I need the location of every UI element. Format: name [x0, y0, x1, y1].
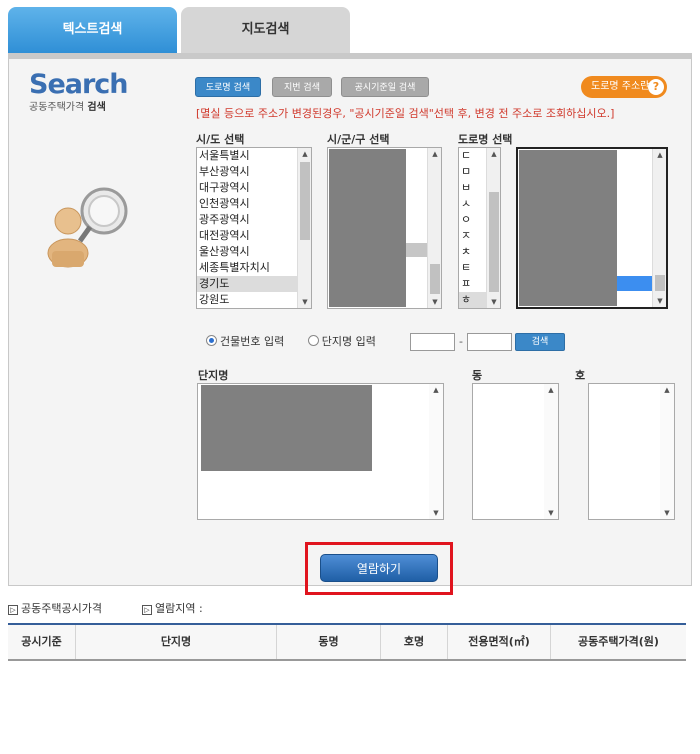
complex-label: 단지명 [198, 369, 229, 382]
scroll-up-icon[interactable]: ▲ [653, 149, 666, 161]
help-button-label: 도로명 주소란 [591, 81, 650, 92]
person-magnifier-icon [47, 187, 128, 268]
search-logo: Search 공동주택가격 검색 [29, 69, 129, 113]
arrow-box-icon: ▷ [8, 605, 18, 615]
building-number-label: 건물번호 입력 [220, 335, 285, 348]
scroll-down-icon[interactable]: ▼ [429, 507, 443, 519]
sido-list-item[interactable]: 울산광역시 [197, 244, 311, 260]
tab-text-search[interactable]: 텍스트검색 [8, 7, 177, 53]
sigungu-listbox[interactable]: ▲ ▼ [327, 147, 442, 309]
scroll-thumb[interactable] [655, 275, 665, 291]
scroll-down-icon[interactable]: ▼ [428, 296, 441, 308]
dong-listbox[interactable]: ▲ ▼ [472, 383, 559, 520]
complex-scrollbar[interactable]: ▲ ▼ [429, 384, 443, 519]
tab-map-search[interactable]: 지도검색 [181, 7, 350, 53]
scroll-up-icon[interactable]: ▲ [660, 384, 674, 396]
road-search-button[interactable]: 도로명 검색 [195, 77, 261, 97]
question-icon: ? [648, 79, 664, 95]
dong-label: 동 [472, 369, 483, 382]
info-region: ▷ 열람지역 : [142, 600, 203, 616]
scroll-up-icon[interactable]: ▲ [428, 148, 441, 160]
scroll-down-icon[interactable]: ▼ [487, 296, 500, 308]
scroll-thumb[interactable] [300, 162, 310, 240]
building-number-sub-input[interactable] [467, 333, 512, 351]
sido-list-item[interactable]: 대구광역시 [197, 180, 311, 196]
jibun-search-button[interactable]: 지번 검색 [272, 77, 332, 97]
complex-name-radio[interactable] [307, 335, 319, 346]
sido-list-item[interactable]: 광주광역시 [197, 212, 311, 228]
sido-listbox[interactable]: 서울특별시 부산광역시 대구광역시 인천광역시 광주광역시 대전광역시 울산광역시 세종특별자… [196, 147, 312, 309]
scroll-down-icon[interactable]: ▼ [653, 295, 666, 307]
sido-list-item[interactable]: 경기도 [197, 276, 311, 292]
ho-label: 호 [575, 369, 586, 382]
scroll-down-icon[interactable]: ▼ [298, 296, 311, 308]
scroll-thumb[interactable] [489, 192, 499, 292]
sido-list-item[interactable]: 부산광역시 [197, 164, 311, 180]
dong-scrollbar[interactable]: ▲ ▼ [544, 384, 558, 519]
input-type-radios: 건물번호 입력 단지명 입력 [206, 333, 396, 349]
arrow-box-icon: ▷ [142, 605, 152, 615]
selected-row [406, 243, 427, 257]
ho-listbox[interactable]: ▲ ▼ [588, 383, 675, 520]
sido-list-item[interactable]: 강원도 [197, 292, 311, 308]
sido-scrollbar[interactable]: ▲ ▼ [297, 148, 311, 308]
redacted-block [519, 150, 617, 306]
road-label: 도로명 선택 [458, 133, 513, 146]
dash-separator: - [459, 335, 463, 348]
sido-list-item[interactable]: 서울특별시 [197, 148, 311, 164]
column-header: 동명 [277, 625, 381, 659]
scroll-thumb[interactable] [430, 264, 440, 294]
scroll-up-icon[interactable]: ▲ [487, 148, 500, 160]
search-button[interactable]: 검색 [515, 333, 565, 351]
scroll-up-icon[interactable]: ▲ [544, 384, 558, 396]
sigungu-label: 시/군/구 선택 [327, 133, 390, 146]
road-address-help-button[interactable]: 도로명 주소란 ? [581, 76, 667, 98]
ho-scrollbar[interactable]: ▲ ▼ [660, 384, 674, 519]
sido-label: 시/도 선택 [196, 133, 245, 146]
scroll-up-icon[interactable]: ▲ [429, 384, 443, 396]
sigungu-scrollbar[interactable]: ▲ ▼ [427, 148, 441, 308]
column-header: 공시기준 [8, 625, 76, 659]
road-name-scrollbar[interactable]: ▲ ▼ [652, 149, 666, 307]
sido-list-item[interactable]: 세종특별자치시 [197, 260, 311, 276]
road-initial-scrollbar[interactable]: ▲ ▼ [486, 148, 500, 308]
open-button[interactable]: 열람하기 [320, 554, 438, 582]
date-search-button[interactable]: 공시기준일 검색 [341, 77, 429, 97]
column-header: 전용면적(㎡) [448, 625, 551, 659]
column-header: 호명 [381, 625, 448, 659]
sido-list-item[interactable]: 대전광역시 [197, 228, 311, 244]
result-table-header: 공시기준 단지명 동명 호명 전용면적(㎡) 공동주택가격(원) [8, 623, 686, 661]
road-name-listbox[interactable]: ▲ ▼ [516, 147, 668, 309]
logo-word: Search [29, 69, 129, 100]
logo-subtitle: 공동주택가격 검색 [29, 102, 106, 113]
open-button-highlight: 열람하기 [305, 542, 453, 595]
complex-listbox[interactable]: ▲ ▼ [197, 383, 444, 520]
redacted-block [329, 149, 406, 307]
scroll-up-icon[interactable]: ▲ [298, 148, 311, 160]
scroll-down-icon[interactable]: ▼ [544, 507, 558, 519]
sido-items: 서울특별시 부산광역시 대구광역시 인천광역시 광주광역시 대전광역시 울산광역시 세종특별자… [197, 148, 311, 308]
column-header: 단지명 [76, 625, 277, 659]
selected-row [617, 276, 653, 291]
redacted-block [201, 385, 372, 471]
road-initial-listbox[interactable]: ㄷㅁㅂㅅㅇㅈㅊㅌㅍㅎ ▲ ▼ [458, 147, 501, 309]
search-panel: Search 공동주택가격 검색 도로명 검색 지번 검색 공시기준일 검색 도… [8, 53, 692, 595]
building-number-main-input[interactable] [410, 333, 455, 351]
scroll-down-icon[interactable]: ▼ [660, 507, 674, 519]
column-header: 공동주택가격(원) [578, 635, 659, 648]
complex-name-label: 단지명 입력 [321, 335, 376, 348]
building-number-radio[interactable] [206, 335, 217, 346]
notice-text: [멸실 등으로 주소가 변경된경우, "공시기준일 검색"선택 후, 변경 전 … [196, 107, 615, 120]
search-tabs: 텍스트검색 지도검색 [8, 7, 692, 53]
info-price: ▷ 공동주택공시가격 [8, 600, 102, 616]
sido-list-item[interactable]: 인천광역시 [197, 196, 311, 212]
